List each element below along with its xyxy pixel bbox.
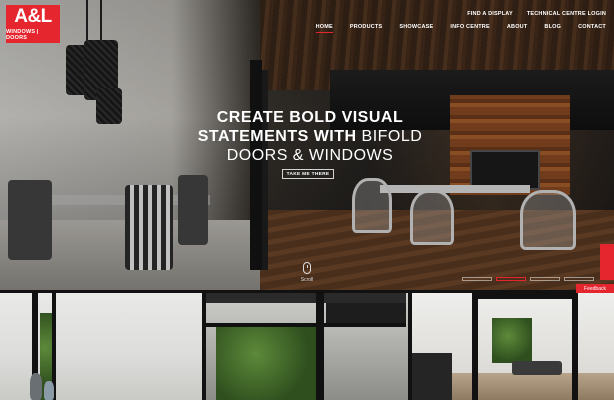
take-me-there-button[interactable]: TAKE ME THERE [282,169,334,179]
find-display-link[interactable]: FIND A DISPLAY [467,11,513,17]
vase [44,381,54,400]
door-frame [472,293,478,400]
louvre-roof [326,303,406,323]
pergola-beam [206,293,406,303]
slide-indicator[interactable] [462,277,492,281]
logo-wordmark: A&L [14,6,52,27]
hero-headline-line2-bold: STATEMENTS WITH [197,128,357,145]
hero-headline-line2-rest: BIFOLD [356,128,423,145]
brand-logo[interactable]: A&L WINDOWS | DOORS [6,5,60,43]
nav-item-products[interactable]: PRODUCTS [350,24,382,33]
slide-indicators [462,277,594,281]
main-nav: HOME PRODUCTS SHOWCASE INFO CENTRE ABOUT… [315,24,606,33]
scroll-indicator[interactable]: Scroll [298,262,316,283]
door-frame [572,293,578,400]
armchair [412,353,452,400]
nav-item-info-centre[interactable]: INFO CENTRE [450,24,489,33]
utility-links: FIND A DISPLAY TECHNICAL CENTRE LOGIN [467,11,606,17]
door-frame [472,293,578,299]
side-tab[interactable] [600,244,614,280]
nav-item-contact[interactable]: CONTACT [578,24,606,33]
door-frame [316,293,324,400]
sofa [512,361,562,375]
scroll-label: Scroll [300,277,314,283]
nav-item-about[interactable]: ABOUT [507,24,528,33]
showcase-tile[interactable] [206,293,408,400]
slide-indicator[interactable] [564,277,594,281]
vase [30,373,42,400]
logo-tagline: WINDOWS | DOORS [6,29,39,41]
hero-headline: CREATE BOLD VISUAL STATEMENTS WITH BIFOL… [180,108,440,165]
garden-view [216,323,316,400]
mouse-icon [303,262,311,274]
slide-indicator[interactable] [530,277,560,281]
hero-headline-line2: STATEMENTS WITH BIFOLD [180,127,440,146]
showcase-tile[interactable] [0,293,202,400]
hero-headline-line3: DOORS & WINDOWS [226,147,394,164]
feedback-button[interactable]: Feedback [576,284,614,293]
hero-headline-line1: CREATE BOLD VISUAL [216,109,404,126]
technical-centre-login-link[interactable]: TECHNICAL CENTRE LOGIN [527,11,606,17]
slide-indicator-active[interactable] [496,277,526,281]
nav-item-showcase[interactable]: SHOWCASE [399,24,433,33]
showcase-tile[interactable] [412,293,614,400]
nav-item-blog[interactable]: BLOG [544,24,561,33]
nav-item-home[interactable]: HOME [315,24,334,33]
garden-view [492,318,532,363]
pergola-beam [206,323,406,327]
showcase-tiles [0,293,614,400]
